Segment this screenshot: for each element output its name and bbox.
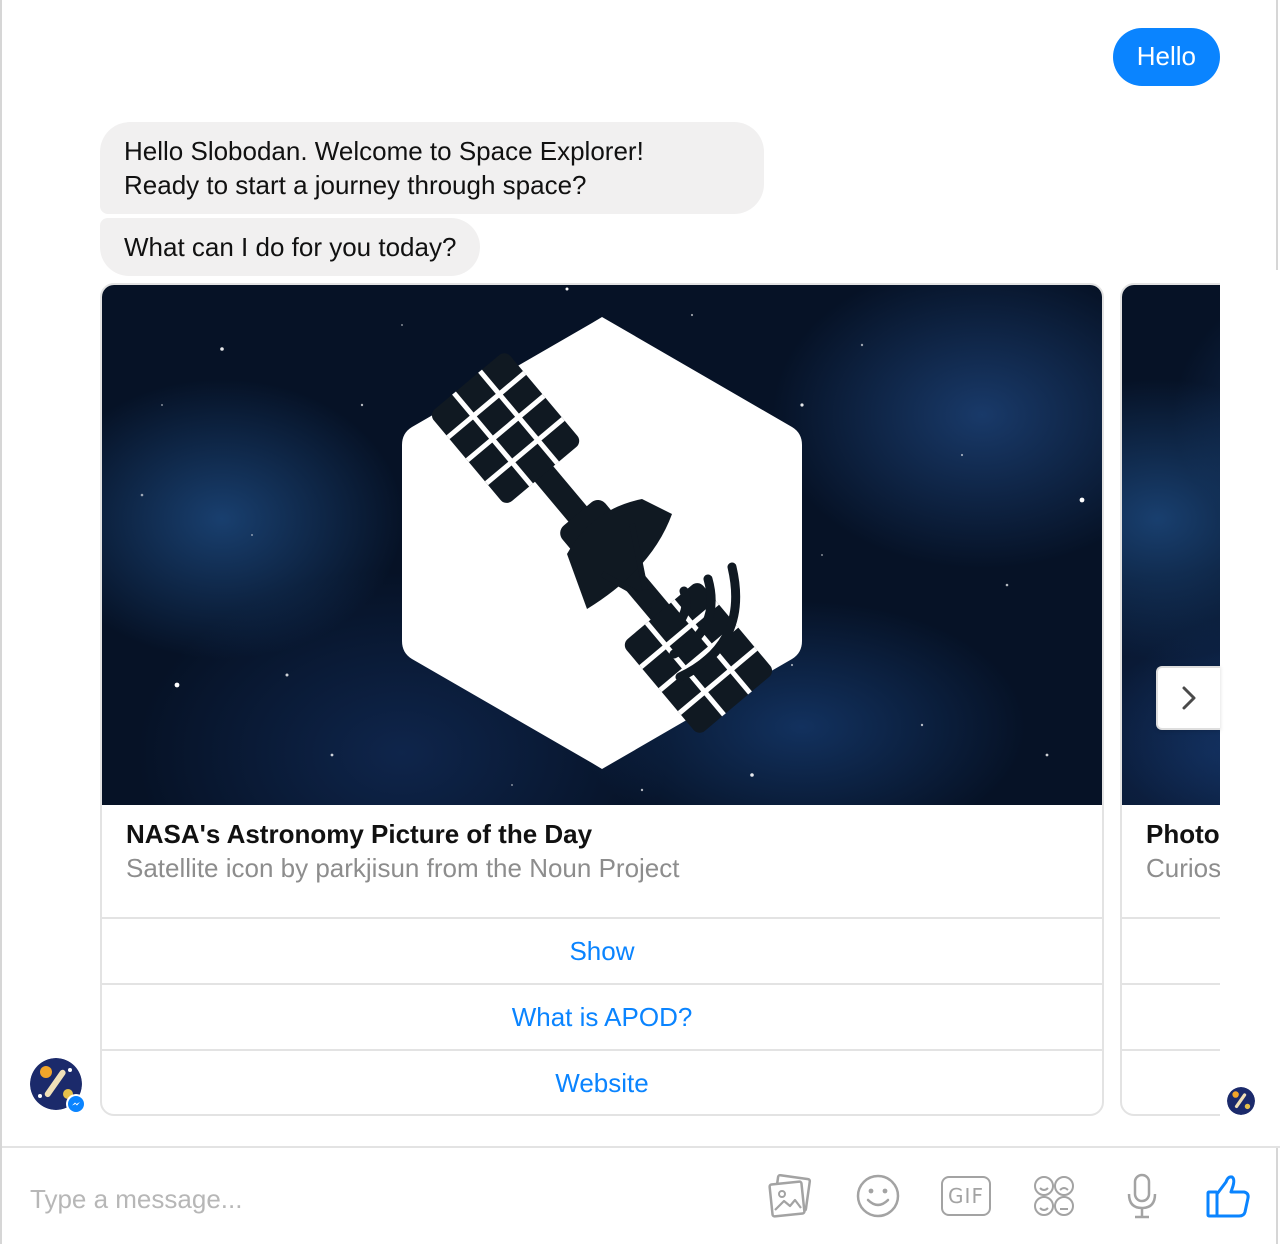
smiley-icon xyxy=(856,1174,900,1218)
show-button[interactable]: Show xyxy=(102,917,1102,983)
message-thread: Hello Hello Slobodan. Welcome to Space E… xyxy=(2,0,1280,1146)
satellite-icon xyxy=(402,317,802,769)
composer-bar: GIF xyxy=(2,1146,1280,1244)
carousel-card-apod: NASA's Astronomy Picture of the Day Sate… xyxy=(100,283,1104,1116)
incoming-message-prompt: What can I do for you today? xyxy=(100,218,481,276)
outgoing-message: Hello xyxy=(1112,28,1220,86)
read-receipt-icon xyxy=(1227,1087,1255,1115)
image-icon xyxy=(768,1174,812,1218)
card-subtitle: Satellite icon by parkjisun from the Nou… xyxy=(126,853,680,883)
message-input[interactable] xyxy=(28,1178,632,1220)
read-receipt-avatar xyxy=(1227,1087,1255,1115)
emoji-button[interactable] xyxy=(850,1168,906,1224)
image-button[interactable] xyxy=(762,1168,818,1224)
like-button[interactable] xyxy=(1200,1168,1256,1224)
voice-button[interactable] xyxy=(1114,1168,1170,1224)
card-text: NASA's Astronomy Picture of the Day Sate… xyxy=(126,817,1078,885)
microphone-icon xyxy=(1127,1173,1157,1219)
thumbs-up-icon xyxy=(1206,1175,1250,1218)
stickers-icon xyxy=(1034,1176,1074,1216)
chevron-right-icon xyxy=(1182,686,1196,710)
gif-button[interactable]: GIF xyxy=(938,1168,994,1224)
card-image[interactable] xyxy=(102,285,1102,805)
stickers-button[interactable] xyxy=(1026,1168,1082,1224)
gif-icon: GIF xyxy=(941,1176,991,1216)
card-title: NASA's Astronomy Picture of the Day xyxy=(126,819,593,849)
chat-window: Hello Hello Slobodan. Welcome to Space E… xyxy=(0,0,1280,1244)
incoming-message-welcome: Hello Slobodan. Welcome to Space Explore… xyxy=(100,122,764,214)
website-button[interactable]: Website xyxy=(102,1049,1102,1114)
carousel-clip xyxy=(1220,270,1280,1146)
gif-label: GIF xyxy=(948,1184,984,1208)
welcome-line-1: Hello Slobodan. Welcome to Space Explore… xyxy=(124,136,644,166)
messenger-icon xyxy=(68,1096,84,1112)
carousel-next-button[interactable] xyxy=(1156,666,1220,730)
what-is-apod-button[interactable]: What is APOD? xyxy=(102,983,1102,1049)
messenger-badge xyxy=(66,1094,86,1114)
welcome-line-2: Ready to start a journey through space? xyxy=(124,170,587,200)
